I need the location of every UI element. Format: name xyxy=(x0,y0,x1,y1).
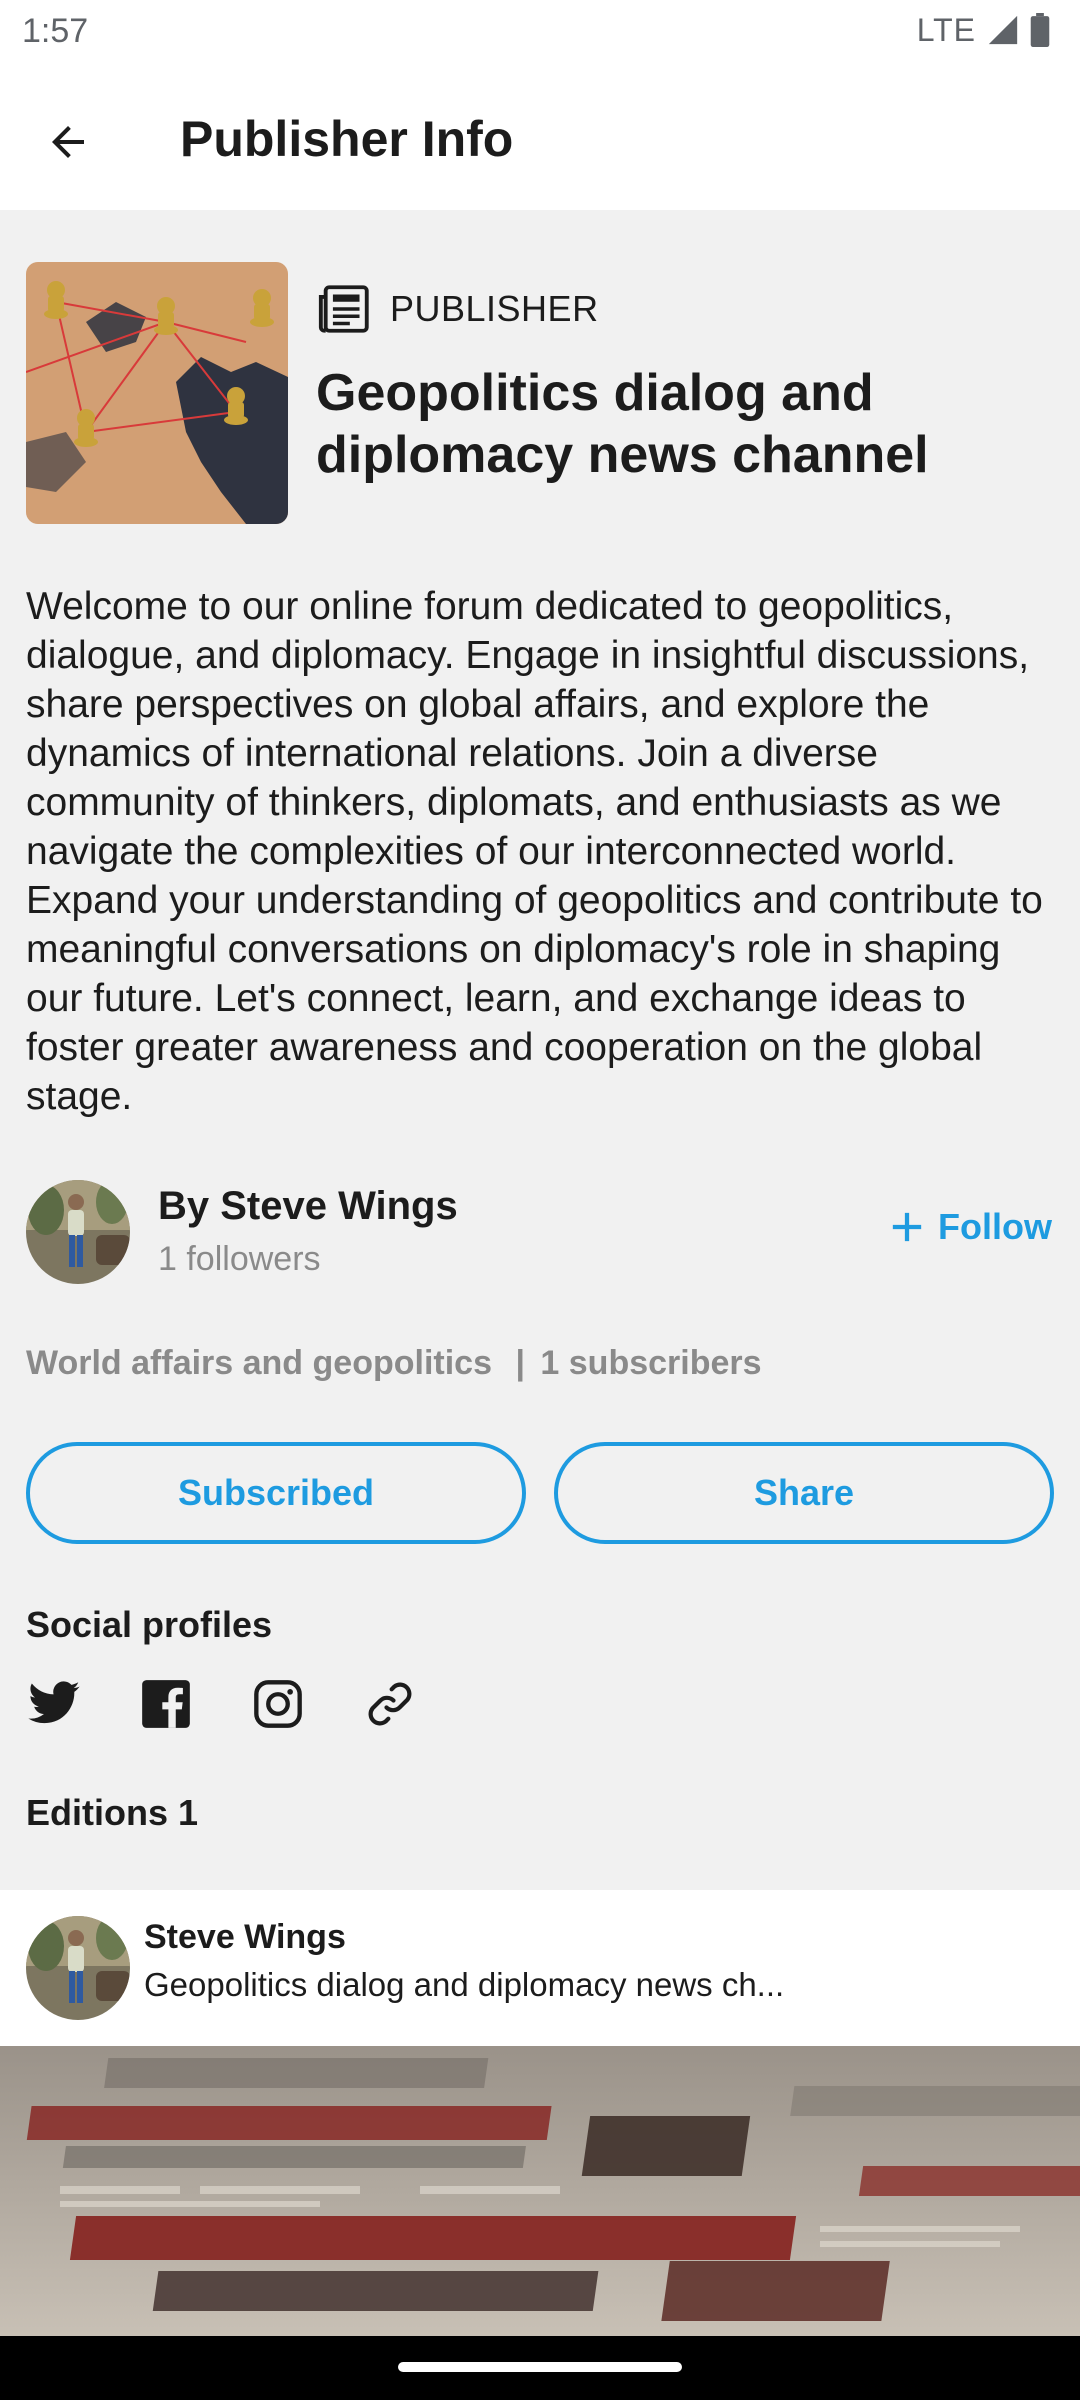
newspaper-sanctions-image xyxy=(0,2046,1080,2336)
plus-icon xyxy=(892,1212,922,1242)
follow-button[interactable]: Follow xyxy=(890,1206,1052,1248)
editions-heading: Editions 1 xyxy=(26,1792,199,1833)
twitter-icon[interactable] xyxy=(26,1676,82,1732)
publisher-image xyxy=(26,262,288,524)
newspaper-icon xyxy=(318,285,369,333)
publisher-label-row: PUBLISHER xyxy=(316,280,599,338)
share-button[interactable]: Share xyxy=(554,1442,1054,1544)
system-nav-bar xyxy=(0,2336,1080,2400)
page-title: Publisher Info xyxy=(180,111,514,167)
publisher-label: PUBLISHER xyxy=(390,288,599,329)
meta-separator: | xyxy=(515,1344,525,1382)
facebook-icon[interactable] xyxy=(138,1676,194,1732)
social-profiles-heading: Social profiles xyxy=(26,1604,273,1645)
follow-label: Follow xyxy=(938,1206,1052,1247)
edition-cover-image[interactable] xyxy=(0,2046,1080,2336)
subscribed-button[interactable]: Subscribed xyxy=(26,1442,526,1544)
publisher-name: Geopolitics dialog and diplomacy news ch… xyxy=(316,364,929,484)
subscribers-count: 1 subscribers xyxy=(540,1344,762,1382)
author-name[interactable]: By Steve Wings xyxy=(158,1184,458,1229)
person-photo xyxy=(26,1180,130,1284)
battery-icon xyxy=(1030,13,1050,47)
person-photo xyxy=(26,1916,130,2020)
edition-author: Steve Wings xyxy=(144,1918,346,1956)
publisher-description: Welcome to our online forum dedicated to… xyxy=(26,585,1043,1118)
edition-author-avatar xyxy=(26,1916,130,2020)
signal-icon xyxy=(988,15,1018,45)
edition-title: Geopolitics dialog and diplomacy news ch… xyxy=(144,1966,785,2003)
social-icons-row xyxy=(26,1676,418,1732)
publisher-meta: World affairs and geopolitics | 1 subscr… xyxy=(26,1344,762,1383)
world-map-chess-image xyxy=(26,262,288,524)
author-avatar[interactable] xyxy=(26,1180,130,1284)
status-icons: LTE xyxy=(917,10,1050,50)
arrow-back-icon xyxy=(52,126,84,158)
network-type: LTE xyxy=(916,11,976,48)
category-label: World affairs and geopolitics xyxy=(26,1344,492,1382)
home-gesture-handle[interactable] xyxy=(398,2362,682,2372)
author-followers: 1 followers xyxy=(158,1240,321,1278)
status-bar: 1:57 LTE xyxy=(0,0,1080,62)
app-bar: Publisher Info xyxy=(0,62,1080,210)
instagram-icon[interactable] xyxy=(250,1676,306,1732)
status-time: 1:57 xyxy=(22,12,89,50)
link-icon[interactable] xyxy=(362,1676,418,1732)
edition-card[interactable]: Steve Wings Geopolitics dialog and diplo… xyxy=(0,1890,1080,2046)
back-button[interactable] xyxy=(30,104,106,180)
